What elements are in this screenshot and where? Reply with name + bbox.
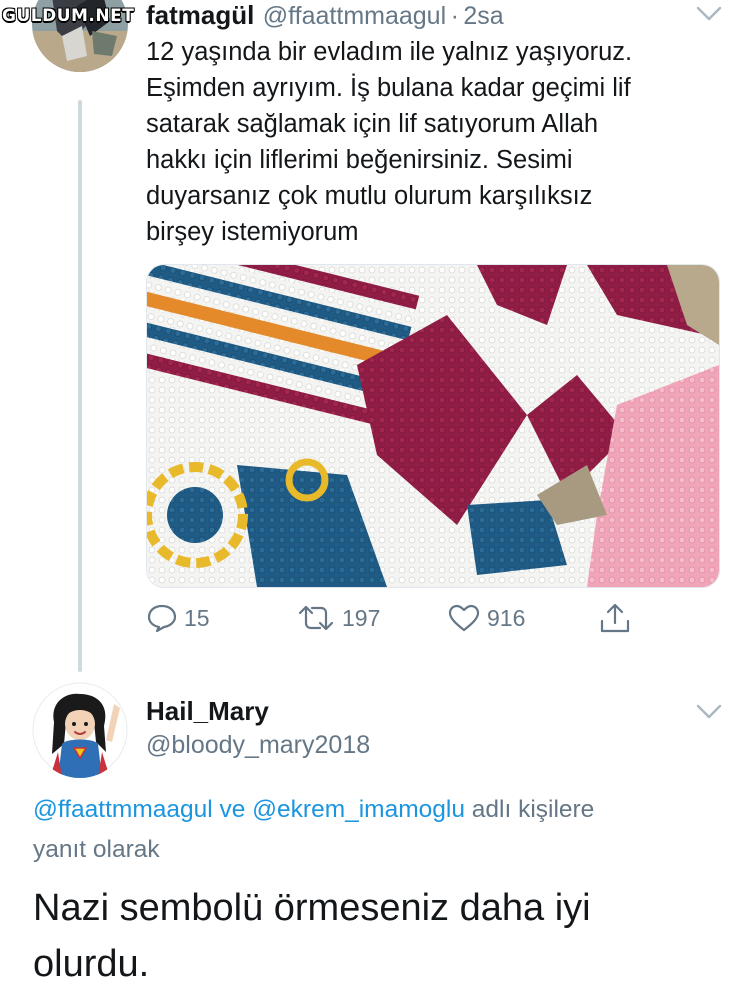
user-handle[interactable]: @bloody_mary2018 [146,728,370,762]
reply-count: 15 [184,604,210,631]
separator-dot: · [450,2,459,30]
tweet-media-image[interactable] [146,264,720,588]
avatar-hail-mary[interactable] [32,682,128,778]
like-button[interactable]: 916 [447,603,525,633]
mention-link[interactable]: @ekrem_imamoglu [252,796,465,823]
thread-line [78,100,82,672]
watermark-logo: GULDUM.NET [2,6,135,26]
heart-icon [447,603,481,633]
retweet-count: 197 [342,604,381,631]
replying-to: @ffaattmmaagul ve @ekrem_imamoglu adlı k… [33,790,723,870]
chevron-down-icon[interactable] [696,6,722,27]
comment-icon [146,603,178,633]
replying-to-suffix: adlı kişilere [464,796,595,823]
chevron-down-icon[interactable] [696,704,722,725]
share-button[interactable] [598,601,632,635]
display-name[interactable]: fatmagül [146,0,254,30]
mention-link[interactable]: @ffaattmmaagul [33,796,213,823]
mention-conjunction: ve [212,796,253,823]
reply-text: Nazi sembolü örmeseniz daha iyi olurdu. [33,880,733,992]
tweet-time[interactable]: 2sa [463,2,503,30]
share-icon [598,601,632,635]
reply-button[interactable]: 15 [146,603,210,633]
retweet-button[interactable]: 197 [296,603,380,633]
reply-text-line: Nazi sembolü örmeseniz daha iyi [33,887,591,929]
like-count: 916 [487,604,526,631]
retweet-icon [296,603,336,633]
display-name[interactable]: Hail_Mary [146,694,269,728]
tweet-text: 12 yaşında bir evladım ile yalnız yaşıyo… [146,38,633,246]
reply-text-line: olurdu. [33,943,150,985]
tweet-header: fatmagül @ffaattmmaagul · 2sa [146,0,504,30]
user-handle[interactable]: @ffaattmmaagul [263,2,446,30]
replying-to-label: yanıt olarak [33,836,160,863]
